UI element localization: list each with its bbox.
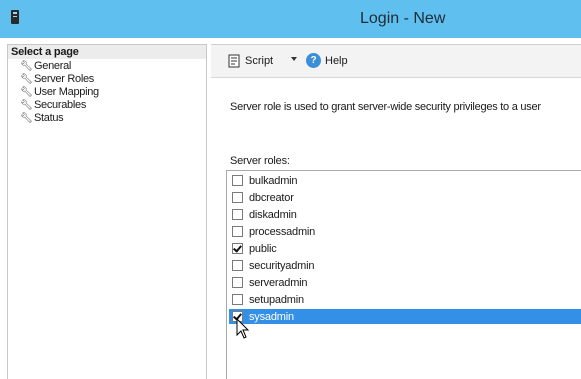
role-checkbox[interactable] xyxy=(232,243,243,254)
wrench-icon: 🔧︎ xyxy=(20,100,33,111)
sidebar-item-status[interactable]: 🔧︎ Status xyxy=(20,112,99,125)
sidebar-item-general[interactable]: 🔧︎ General xyxy=(20,60,99,73)
login-new-window: Login - New Select a page 🔧︎ General 🔧︎ … xyxy=(0,0,581,379)
sidebar-item-label: Status xyxy=(34,112,64,124)
role-checkbox[interactable] xyxy=(232,209,243,220)
wrench-icon: 🔧︎ xyxy=(20,74,33,85)
script-label: Script xyxy=(245,55,274,67)
server-roles-list[interactable]: bulkadmin dbcreator diskadmin processadm… xyxy=(226,170,581,379)
sidebar-item-label: General xyxy=(34,60,72,72)
role-label: sysadmin xyxy=(249,310,294,323)
role-row-diskadmin[interactable]: diskadmin xyxy=(229,207,581,222)
role-row-public[interactable]: public xyxy=(229,241,581,256)
script-icon xyxy=(228,54,240,68)
help-label: Help xyxy=(325,54,348,67)
role-label: securityadmin xyxy=(249,259,315,272)
select-page-header: Select a page xyxy=(8,45,206,59)
role-row-setupadmin[interactable]: setupadmin xyxy=(229,292,581,307)
script-button[interactable]: Script xyxy=(227,54,273,68)
script-dropdown-arrow-icon[interactable] xyxy=(291,57,297,61)
page-list: 🔧︎ General 🔧︎ Server Roles 🔧︎ User Mappi… xyxy=(20,60,99,125)
sidebar-item-label: User Mapping xyxy=(34,86,99,98)
role-label: processadmin xyxy=(249,225,316,238)
window-title: Login - New xyxy=(360,10,446,27)
role-checkbox[interactable] xyxy=(232,226,243,237)
role-row-serveradmin[interactable]: serveradmin xyxy=(229,275,581,290)
role-label: public xyxy=(249,242,277,255)
sidebar-item-user-mapping[interactable]: 🔧︎ User Mapping xyxy=(20,86,99,99)
role-checkbox[interactable] xyxy=(232,277,243,288)
role-checkbox[interactable] xyxy=(232,175,243,186)
role-row-bulkadmin[interactable]: bulkadmin xyxy=(229,173,581,188)
role-checkbox[interactable] xyxy=(232,294,243,305)
sidebar-item-label: Server Roles xyxy=(34,73,94,85)
sidebar-item-server-roles[interactable]: 🔧︎ Server Roles xyxy=(20,73,99,86)
role-row-processadmin[interactable]: processadmin xyxy=(229,224,581,239)
wrench-icon: 🔧︎ xyxy=(20,113,33,124)
role-label: dbcreator xyxy=(249,191,294,204)
help-icon: ? xyxy=(306,53,321,68)
toolbar: Script ? Help xyxy=(211,44,581,78)
wrench-icon: 🔧︎ xyxy=(20,61,33,72)
role-row-sysadmin[interactable]: sysadmin xyxy=(229,309,581,324)
role-checkbox[interactable] xyxy=(232,192,243,203)
role-row-dbcreator[interactable]: dbcreator xyxy=(229,190,581,205)
role-label: serveradmin xyxy=(249,276,308,289)
sidebar-item-securables[interactable]: 🔧︎ Securables xyxy=(20,99,99,112)
wrench-icon: 🔧︎ xyxy=(20,87,33,98)
select-page-panel: Select a page 🔧︎ General 🔧︎ Server Roles… xyxy=(7,44,207,379)
app-icon xyxy=(11,10,19,24)
server-roles-label: Server roles: xyxy=(230,155,290,167)
server-role-description: Server role is used to grant server-wide… xyxy=(230,101,541,113)
role-row-securityadmin[interactable]: securityadmin xyxy=(229,258,581,273)
role-label: diskadmin xyxy=(249,208,297,221)
role-label: bulkadmin xyxy=(249,174,298,187)
role-label: setupadmin xyxy=(249,293,304,306)
title-bar[interactable]: Login - New xyxy=(0,0,581,38)
help-button[interactable]: ? Help xyxy=(306,53,348,68)
role-checkbox[interactable] xyxy=(232,311,243,322)
role-checkbox[interactable] xyxy=(232,260,243,271)
sidebar-item-label: Securables xyxy=(34,99,87,111)
